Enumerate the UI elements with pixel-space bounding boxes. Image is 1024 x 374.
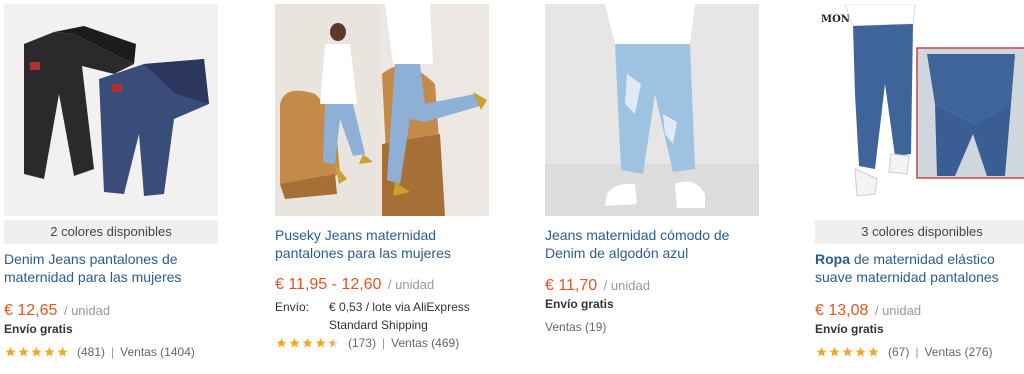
product-title[interactable]: Denim Jeans pantalones de maternidad par… xyxy=(4,250,218,286)
product-title[interactable]: Ropa de maternidad elástico suave matern… xyxy=(815,250,1024,286)
product-card-1[interactable]: 2 colores disponibles Denim Jeans pantal… xyxy=(4,0,218,374)
review-count[interactable]: (67) xyxy=(888,345,909,359)
star-rating xyxy=(815,346,880,358)
sales-count: Ventas (469) xyxy=(391,336,460,350)
jeans-image-1 xyxy=(4,4,218,216)
separator: | xyxy=(111,345,115,359)
product-image[interactable] xyxy=(275,4,489,216)
star-icon xyxy=(5,347,16,357)
rating-row: Ventas (19) xyxy=(545,320,606,334)
product-price: € 12,65 / unidad xyxy=(4,302,110,320)
colors-available-badge: 3 colores disponibles xyxy=(815,220,1024,244)
product-image[interactable] xyxy=(545,4,759,216)
price-unit: / unidad xyxy=(63,303,111,318)
separator: | xyxy=(915,345,919,359)
separator: | xyxy=(382,336,386,350)
price-unit: / unidad xyxy=(387,277,435,292)
star-icon xyxy=(31,347,42,357)
price-unit: / unidad xyxy=(603,278,650,293)
star-icon xyxy=(302,338,313,348)
shipping-info: Envío: € 0,53 / lote via AliExpress Stand… xyxy=(275,298,479,334)
star-rating xyxy=(4,346,69,358)
jeans-image-4: MONTH FIR xyxy=(815,4,1024,216)
shipping-info: Envío gratis xyxy=(545,297,614,311)
star-icon xyxy=(868,347,879,357)
sales-count: Ventas (276) xyxy=(924,345,993,359)
jeans-image-3 xyxy=(545,4,759,216)
rating-row: (481) | Ventas (1404) xyxy=(4,345,195,359)
star-icon xyxy=(816,347,827,357)
title-keyword: Ropa xyxy=(815,251,850,267)
product-card-3[interactable]: Jeans maternidad cómodo de Denim de algo… xyxy=(545,0,759,374)
star-icon xyxy=(289,338,300,348)
sales-count: Ventas (19) xyxy=(545,320,607,334)
star-icon xyxy=(855,347,866,357)
product-title[interactable]: Puseky Jeans maternidad pantalones para … xyxy=(275,226,489,262)
jeans-image-2 xyxy=(275,4,489,216)
star-icon xyxy=(829,347,840,357)
star-icon xyxy=(57,347,68,357)
product-price: € 13,08 / unidad xyxy=(815,302,921,320)
star-rating xyxy=(275,337,340,349)
product-card-2[interactable]: Puseky Jeans maternidad pantalones para … xyxy=(275,0,489,374)
rating-row: (173) | Ventas (469) xyxy=(275,336,459,350)
star-icon xyxy=(842,347,853,357)
price-value: € 12,65 xyxy=(4,302,58,319)
product-title[interactable]: Jeans maternidad cómodo de Denim de algo… xyxy=(545,226,759,262)
sales-count: Ventas (1404) xyxy=(120,345,195,359)
star-icon xyxy=(276,338,287,348)
shipping-info: Envío gratis xyxy=(4,322,73,336)
product-image[interactable]: MONTH FIR xyxy=(815,4,1024,216)
product-price: € 11,95 - 12,60 / unidad xyxy=(275,276,434,294)
price-value: € 13,08 xyxy=(815,302,869,319)
price-value: € 11,70 xyxy=(545,277,598,294)
product-card-4[interactable]: MONTH FIR 3 colores disponibles Ropa de … xyxy=(815,0,1024,374)
review-count[interactable]: (173) xyxy=(348,336,376,350)
star-icon xyxy=(315,338,326,348)
colors-available-badge: 2 colores disponibles xyxy=(4,220,218,244)
price-unit: / unidad xyxy=(874,303,922,318)
product-price: € 11,70 / unidad xyxy=(545,277,650,295)
shipping-value: € 0,53 / lote via AliExpress Standard Sh… xyxy=(329,300,470,332)
price-value: € 11,95 - 12,60 xyxy=(275,276,382,293)
star-icon xyxy=(328,338,339,348)
star-icon xyxy=(44,347,55,357)
shipping-info: Envío gratis xyxy=(815,322,884,336)
rating-row: (67) | Ventas (276) xyxy=(815,345,993,359)
star-icon xyxy=(18,347,29,357)
shipping-label: Envío: xyxy=(275,300,310,314)
review-count[interactable]: (481) xyxy=(77,345,105,359)
product-image[interactable] xyxy=(4,4,218,216)
